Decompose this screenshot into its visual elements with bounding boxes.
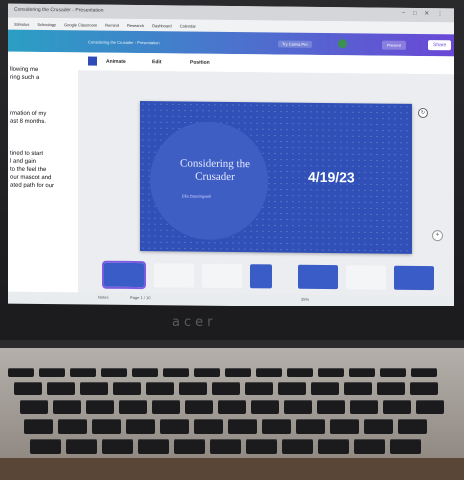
keyboard-key [311,382,339,395]
keyboard-key [126,419,155,434]
keyboard-key [39,368,65,377]
keyboard-key [66,439,97,454]
keyboard-key [377,382,405,395]
keyboard-key [410,382,438,395]
keyboard-key [80,382,108,395]
keyboard-key [119,400,147,414]
keyboard [0,0,464,480]
keyboard-key [102,439,133,454]
keyboard-key [101,368,127,377]
keyboard-key [350,400,378,414]
keyboard-key [287,368,313,377]
keyboard-key [58,419,87,434]
keyboard-key [284,400,312,414]
keyboard-key [383,400,411,414]
keyboard-key [212,382,240,395]
keyboard-key [364,419,393,434]
keyboard-key [24,419,53,434]
keyboard-key [278,382,306,395]
keyboard-key [146,382,174,395]
keyboard-key [246,439,277,454]
keyboard-key [282,439,313,454]
keyboard-key [416,400,444,414]
keyboard-key [318,439,349,454]
keyboard-key [194,368,220,377]
keyboard-key [411,368,437,377]
keyboard-key [390,439,421,454]
keyboard-key [70,368,96,377]
keyboard-key [30,439,61,454]
keyboard-key [113,382,141,395]
keyboard-key [344,382,372,395]
keyboard-key [179,382,207,395]
keyboard-key [218,400,246,414]
keyboard-key [398,419,427,434]
keyboard-key [245,382,273,395]
keyboard-key [228,419,257,434]
keyboard-key [251,400,279,414]
keyboard-key [138,439,169,454]
keyboard-key [318,368,344,377]
keyboard-key [92,419,121,434]
keyboard-key [152,400,180,414]
keyboard-key [317,400,345,414]
keyboard-key [225,368,251,377]
keyboard-key [354,439,385,454]
keyboard-key [194,419,223,434]
keyboard-key [256,368,282,377]
keyboard-key [132,368,158,377]
keyboard-key [330,419,359,434]
keyboard-key [262,419,291,434]
keyboard-key [380,368,406,377]
keyboard-key [8,368,34,377]
keyboard-key [163,368,189,377]
keyboard-key [47,382,75,395]
keyboard-key [86,400,114,414]
keyboard-key [210,439,241,454]
keyboard-key [160,419,189,434]
keyboard-key [174,439,205,454]
keyboard-key [14,382,42,395]
keyboard-key [349,368,375,377]
keyboard-key [53,400,81,414]
background-floor [0,458,464,480]
keyboard-key [20,400,48,414]
keyboard-key [296,419,325,434]
keyboard-key [185,400,213,414]
